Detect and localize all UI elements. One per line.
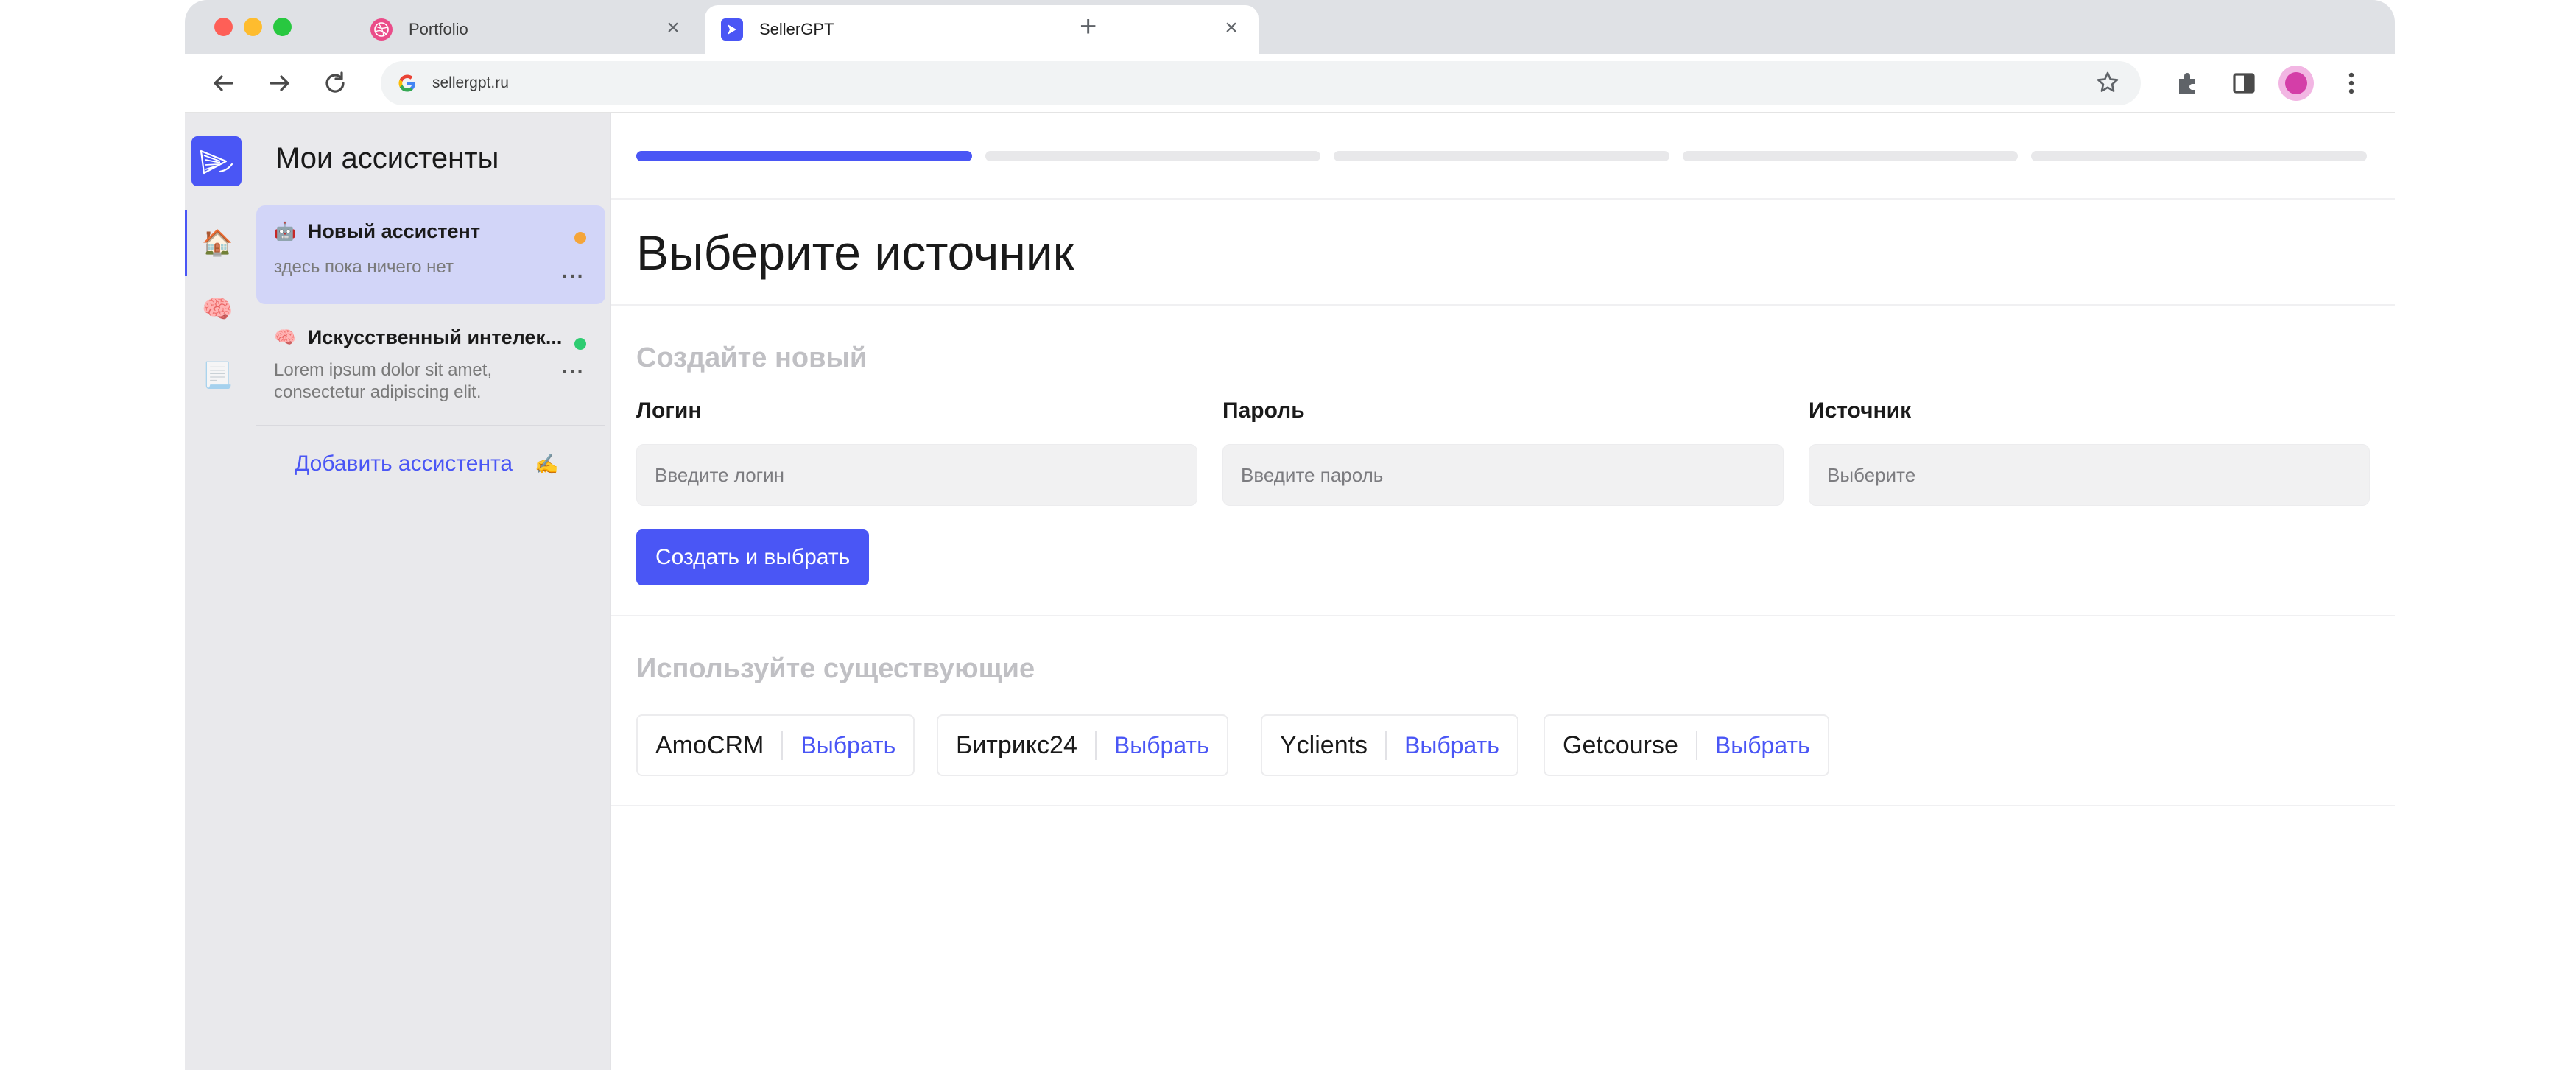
assistant-subtitle: здесь пока ничего нет: [274, 257, 454, 277]
create-and-select-button[interactable]: Создать и выбрать: [636, 529, 870, 585]
close-tab-icon[interactable]: ×: [662, 17, 684, 40]
separator: [1094, 731, 1097, 760]
assistant-name: Новый ассистент: [307, 220, 481, 242]
extensions-puzzle-icon[interactable]: [2173, 68, 2203, 98]
choose-getcourse-button[interactable]: Выбрать: [1715, 732, 1810, 759]
forward-arrow-icon[interactable]: [265, 68, 295, 98]
avatar-image: [2285, 72, 2307, 94]
tab-bar: Portfolio × SellerGPT × +: [185, 0, 2395, 54]
sellergpt-logo-icon[interactable]: [191, 136, 242, 186]
login-input[interactable]: [636, 444, 1197, 506]
source-name: Yclients: [1280, 731, 1368, 759]
assistants-sidebar: Мои ассистенты 🤖 Новый ассистент здесь п…: [250, 113, 611, 1070]
status-dot: [574, 232, 586, 244]
divider: [611, 805, 2395, 806]
separator: [1385, 731, 1387, 760]
browser-toolbar: sellergpt.ru: [185, 54, 2395, 113]
more-options-icon[interactable]: ···: [562, 264, 585, 288]
status-dot: [574, 338, 586, 350]
sellergpt-favicon-icon: [721, 18, 743, 41]
brain-icon: 🧠: [202, 295, 233, 323]
source-name: Getcourse: [1563, 731, 1678, 759]
google-icon: [398, 74, 415, 92]
assistant-item-ai[interactable]: 🧠 Искусственный интелек... Lorem ipsum d…: [256, 312, 605, 402]
create-section-title: Создайте новый: [636, 342, 868, 373]
password-label: Пароль: [1222, 398, 1305, 423]
new-tab-plus-icon[interactable]: +: [1080, 12, 1097, 41]
url-text: sellergpt.ru: [432, 74, 509, 91]
source-card-amocrm: AmoCRM Выбрать: [636, 714, 915, 776]
robot-icon: 🤖: [274, 222, 296, 242]
main-content: Выберите источник Создайте новый Логин П…: [611, 113, 2395, 1070]
rail-documents[interactable]: 📃: [185, 342, 250, 409]
app-root: 🏠 🧠 📃 Мои ассистенты 🤖 Новый ассистент з…: [185, 113, 2395, 1070]
page-title: Выберите источник: [636, 225, 1074, 280]
login-label: Логин: [636, 398, 702, 423]
back-arrow-icon[interactable]: [208, 68, 238, 98]
source-card-bitrix24: Битрикс24 Выбрать: [937, 714, 1228, 776]
separator: [1695, 731, 1697, 760]
tab-title: SellerGPT: [759, 20, 834, 38]
existing-section-title: Используйте существующие: [636, 653, 1035, 684]
bookmark-star-icon[interactable]: [2095, 70, 2120, 100]
progress-step-1: [636, 151, 972, 161]
assistant-subtitle: Lorem ipsum dolor sit amet, consectetur …: [274, 360, 493, 402]
password-input[interactable]: [1222, 444, 1784, 506]
source-select[interactable]: [1809, 444, 2370, 506]
progress-step-3: [1334, 151, 1669, 161]
tab-portfolio[interactable]: Portfolio ×: [354, 5, 700, 54]
more-menu-icon[interactable]: [2337, 68, 2366, 98]
reload-icon[interactable]: [320, 68, 350, 98]
tab-title: Portfolio: [409, 20, 468, 38]
add-assistant-button[interactable]: Добавить ассистента ✍️: [295, 451, 558, 476]
source-card-yclients: Yclients Выбрать: [1261, 714, 1518, 776]
divider: [611, 304, 2395, 306]
side-panel-icon[interactable]: [2229, 68, 2259, 98]
sidebar-title: Мои ассистенты: [275, 142, 499, 175]
assistant-item-new[interactable]: 🤖 Новый ассистент здесь пока ничего нет …: [256, 205, 605, 304]
source-card-getcourse: Getcourse Выбрать: [1544, 714, 1829, 776]
close-tab-icon[interactable]: ×: [1220, 17, 1242, 40]
more-options-icon[interactable]: ···: [562, 360, 585, 384]
profile-avatar[interactable]: [2278, 66, 2314, 101]
minimize-window-button[interactable]: [244, 18, 262, 36]
choose-yclients-button[interactable]: Выбрать: [1404, 732, 1499, 759]
progress-step-2: [985, 151, 1321, 161]
close-window-button[interactable]: [214, 18, 233, 36]
brain-icon: 🧠: [274, 328, 296, 348]
divider: [611, 198, 2395, 200]
progress-step-5: [2031, 151, 2367, 161]
source-name: Битрикс24: [956, 731, 1077, 759]
source-label: Источник: [1809, 398, 1912, 423]
browser-window: Portfolio × SellerGPT × + sellergpt.ru 🏠…: [185, 0, 2395, 1070]
house-icon: 🏠: [202, 229, 233, 257]
document-icon: 📃: [202, 362, 233, 390]
assistant-name: Искусственный интелек...: [307, 326, 563, 348]
choose-amocrm-button[interactable]: Выбрать: [800, 732, 895, 759]
add-assistant-label: Добавить ассистента: [295, 451, 513, 476]
separator: [781, 731, 784, 760]
sidebar-divider: [256, 425, 605, 426]
rail-assistants[interactable]: 🧠: [185, 276, 250, 342]
choose-bitrix24-button[interactable]: Выбрать: [1114, 732, 1209, 759]
tab-sellergpt[interactable]: SellerGPT ×: [705, 5, 1259, 54]
address-bar[interactable]: sellergpt.ru: [381, 61, 2141, 105]
step-progress: [636, 151, 2367, 161]
writing-hand-icon: ✍️: [535, 452, 559, 475]
progress-step-4: [1682, 151, 2019, 161]
rail-home[interactable]: 🏠: [185, 210, 250, 276]
source-name: AmoCRM: [655, 731, 764, 759]
dribbble-icon: [370, 18, 393, 41]
maximize-window-button[interactable]: [273, 18, 292, 36]
nav-rail: 🏠 🧠 📃: [185, 113, 250, 1070]
divider: [611, 615, 2395, 616]
